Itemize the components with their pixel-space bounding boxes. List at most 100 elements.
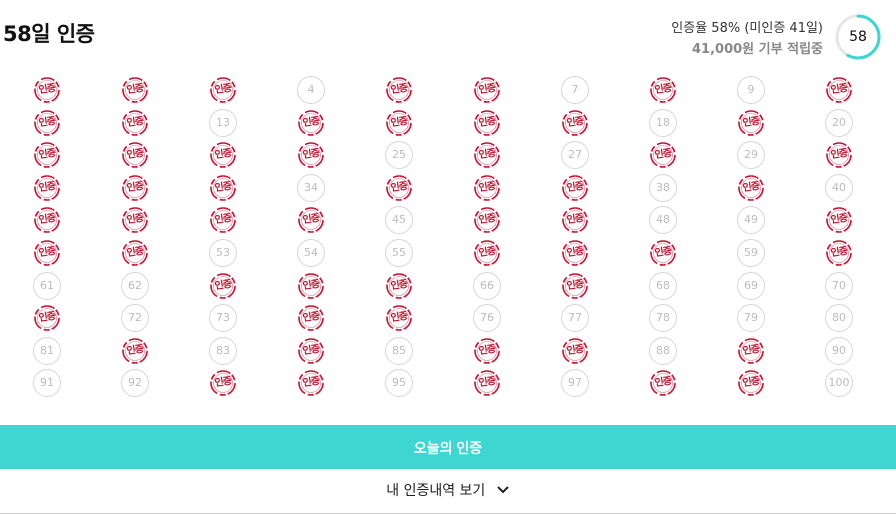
day-number: 53 bbox=[209, 239, 237, 267]
certified-stamp-icon: 인증 bbox=[33, 239, 61, 267]
day-number-pending: 61 bbox=[33, 271, 61, 300]
certified-stamp-icon: 인증 bbox=[385, 304, 413, 332]
stamp-label: 인증 bbox=[214, 82, 232, 97]
certified-stamp-icon: 인증 bbox=[385, 174, 413, 202]
day-stamp-certified: 인증 bbox=[297, 141, 325, 169]
certified-stamp-icon: 인증 bbox=[121, 337, 149, 365]
day-stamp-certified: 인증 bbox=[561, 174, 589, 202]
day-number: 83 bbox=[209, 336, 237, 365]
day-stamp-certified: 인증 bbox=[297, 109, 325, 137]
certified-stamp-icon: 인증 bbox=[561, 174, 589, 202]
stamp-label: 인증 bbox=[390, 82, 408, 97]
stamp-label: 인증 bbox=[302, 213, 320, 227]
day-number-pending: 85 bbox=[385, 336, 413, 365]
stamp-label: 인증 bbox=[742, 180, 760, 194]
page-title: 58일 인증 bbox=[3, 22, 95, 46]
certified-stamp-icon: 인증 bbox=[209, 141, 237, 169]
certified-stamp-icon: 인증 bbox=[561, 239, 589, 267]
stamp-label: 인증 bbox=[478, 376, 496, 390]
day-stamp-certified: 인증 bbox=[121, 76, 149, 104]
day-number-pending: 88 bbox=[649, 336, 677, 365]
stamp-label: 인증 bbox=[214, 148, 232, 162]
certified-stamp-icon: 인증 bbox=[297, 109, 325, 137]
day-number-pending: 34 bbox=[297, 173, 325, 202]
day-stamp-certified: 인증 bbox=[33, 239, 61, 267]
stamp-label: 인증 bbox=[478, 82, 496, 97]
stamp-label: 인증 bbox=[390, 311, 408, 325]
day-number-pending: 83 bbox=[209, 336, 237, 365]
history-toggle-button[interactable]: 내 인증내역 보기 bbox=[0, 469, 896, 514]
certified-stamp-icon: 인증 bbox=[825, 76, 853, 104]
stamp-label: 인증 bbox=[654, 148, 672, 162]
day-number: 95 bbox=[385, 369, 413, 398]
day-number: 72 bbox=[121, 304, 149, 333]
day-stamp-certified: 인증 bbox=[297, 206, 325, 234]
day-number: 29 bbox=[737, 141, 765, 170]
day-stamp-certified: 인증 bbox=[209, 174, 237, 202]
day-number-pending: 78 bbox=[649, 304, 677, 333]
progress-ring: 58 bbox=[834, 13, 882, 61]
day-number: 80 bbox=[825, 304, 853, 333]
certified-stamp-icon: 인증 bbox=[297, 337, 325, 365]
day-number: 27 bbox=[561, 141, 589, 170]
day-number-pending: 62 bbox=[121, 271, 149, 300]
certified-stamp-icon: 인증 bbox=[649, 239, 677, 267]
day-number: 4 bbox=[297, 76, 325, 104]
day-number-pending: 70 bbox=[825, 271, 853, 300]
stamp-label: 인증 bbox=[126, 115, 144, 129]
day-number-pending: 92 bbox=[121, 369, 149, 398]
day-stamp-certified: 인증 bbox=[121, 239, 149, 267]
stamp-label: 인증 bbox=[654, 376, 672, 390]
day-number-pending: 4 bbox=[297, 76, 325, 104]
day-stamp-certified: 인증 bbox=[209, 141, 237, 169]
day-stamp-certified: 인증 bbox=[561, 206, 589, 234]
certified-stamp-icon: 인증 bbox=[737, 369, 765, 397]
day-stamp-certified: 인증 bbox=[385, 304, 413, 332]
day-stamp-certified: 인증 bbox=[561, 272, 589, 300]
day-number-pending: 69 bbox=[737, 271, 765, 300]
day-number: 20 bbox=[825, 108, 853, 137]
donation-text: 41,000원 기부 적립중 bbox=[692, 42, 823, 57]
day-number: 48 bbox=[649, 206, 677, 235]
day-stamp-certified: 인증 bbox=[209, 76, 237, 104]
day-number-pending: 95 bbox=[385, 369, 413, 398]
day-number-pending: 9 bbox=[737, 76, 765, 104]
day-number-pending: 77 bbox=[561, 304, 589, 333]
day-number: 68 bbox=[649, 271, 677, 300]
certified-stamp-icon: 인증 bbox=[297, 272, 325, 300]
stamp-label: 인증 bbox=[742, 343, 760, 357]
certified-stamp-icon: 인증 bbox=[33, 76, 61, 104]
day-number-pending: 7 bbox=[561, 76, 589, 104]
certified-stamp-icon: 인증 bbox=[33, 141, 61, 169]
day-stamp-certified: 인증 bbox=[33, 109, 61, 137]
day-number-pending: 76 bbox=[473, 304, 501, 333]
stamp-label: 인증 bbox=[654, 245, 672, 260]
certified-stamp-icon: 인증 bbox=[297, 141, 325, 169]
day-number-pending: 80 bbox=[825, 304, 853, 333]
stamp-label: 인증 bbox=[566, 115, 584, 129]
today-certify-button[interactable]: 오늘의 인증 bbox=[0, 425, 896, 469]
day-stamp-certified: 인증 bbox=[121, 141, 149, 169]
day-number: 81 bbox=[33, 336, 61, 365]
day-stamp-certified: 인증 bbox=[385, 174, 413, 202]
stamp-label: 인증 bbox=[830, 213, 848, 227]
stamp-label: 인증 bbox=[214, 213, 232, 227]
day-number: 76 bbox=[473, 304, 501, 333]
certified-stamp-icon: 인증 bbox=[737, 337, 765, 365]
day-stamp-certified: 인증 bbox=[825, 206, 853, 234]
day-number: 88 bbox=[649, 336, 677, 365]
certified-stamp-icon: 인증 bbox=[473, 239, 501, 267]
day-number-pending: 73 bbox=[209, 304, 237, 333]
day-number-pending: 49 bbox=[737, 206, 765, 235]
day-number-pending: 90 bbox=[825, 336, 853, 365]
stamp-label: 인증 bbox=[38, 213, 56, 227]
stamp-label: 인증 bbox=[566, 343, 584, 357]
certified-stamp-icon: 인증 bbox=[297, 206, 325, 234]
stamp-label: 인증 bbox=[38, 115, 56, 129]
day-number: 62 bbox=[121, 271, 149, 300]
day-stamp-certified: 인증 bbox=[825, 239, 853, 267]
certified-stamp-icon: 인증 bbox=[473, 206, 501, 234]
day-stamp-certified: 인증 bbox=[649, 369, 677, 397]
day-number-pending: 25 bbox=[385, 141, 413, 170]
day-stamp-certified: 인증 bbox=[121, 206, 149, 234]
